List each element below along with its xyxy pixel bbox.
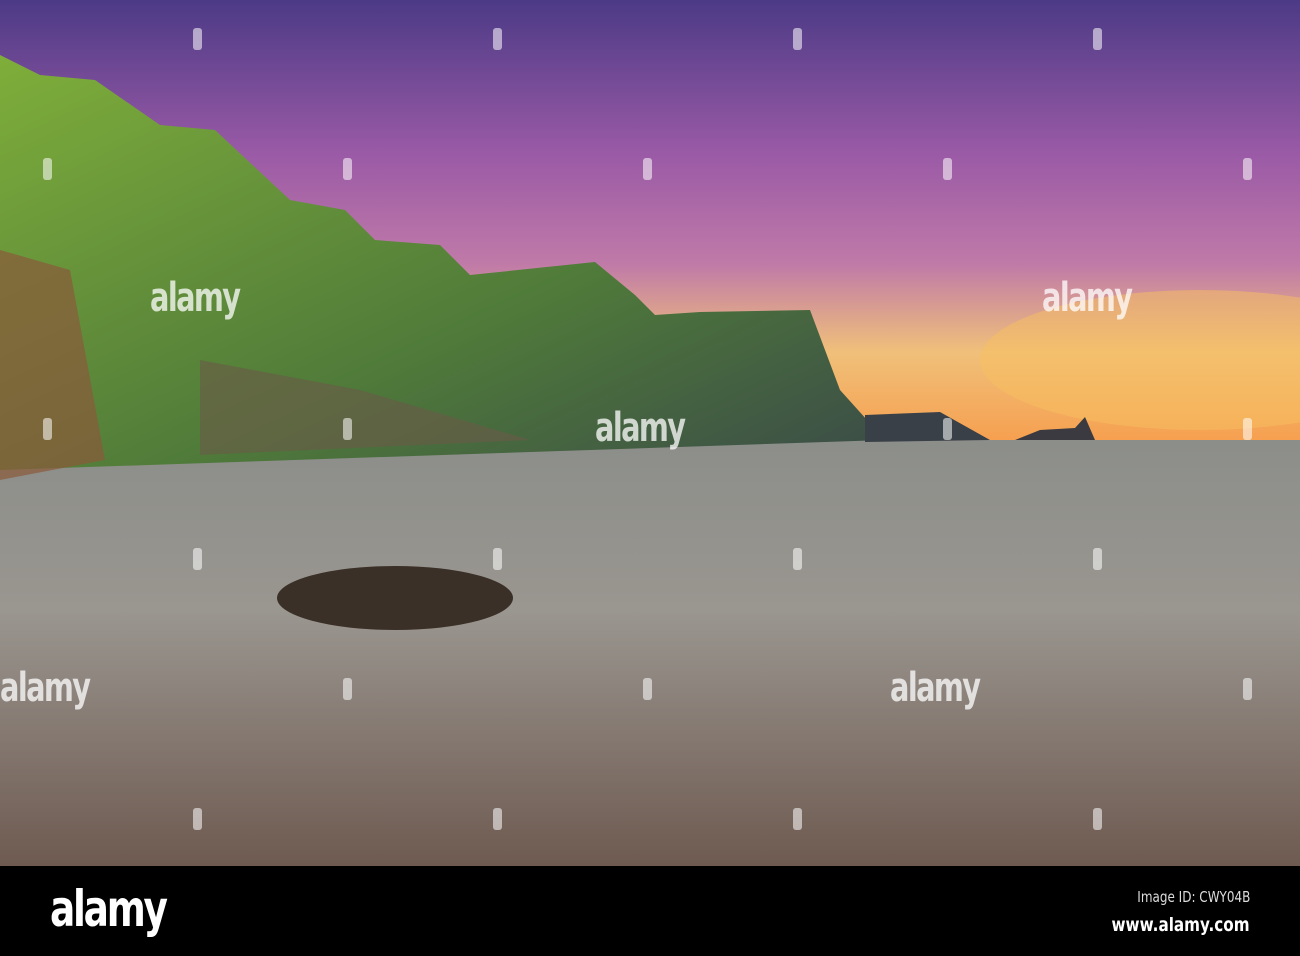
alamy-logo: alamy <box>50 880 168 938</box>
footer-bar: alamy Image ID: CWY04B www.alamy.com <box>0 866 1300 956</box>
watermark-mark <box>193 28 202 50</box>
watermark-mark <box>793 808 802 830</box>
website-link[interactable]: www.alamy.com <box>1112 914 1250 936</box>
watermark-mark <box>493 808 502 830</box>
watermark-mark <box>493 28 502 50</box>
watermark-mark <box>793 548 802 570</box>
watermark-mark <box>793 28 802 50</box>
stock-photo-page: alamy alamy alamy alamy alamy alamy Imag… <box>0 0 1300 956</box>
watermark-mark <box>1243 418 1252 440</box>
watermark: alamy <box>890 665 981 711</box>
watermark-mark <box>1093 28 1102 50</box>
watermark: alamy <box>1042 275 1133 321</box>
watermark-mark <box>343 418 352 440</box>
foreground-rock <box>277 566 513 630</box>
watermark-mark <box>643 678 652 700</box>
watermark-mark <box>943 418 952 440</box>
watermark-mark <box>43 158 52 180</box>
watermark-mark <box>943 158 952 180</box>
watermark-mark <box>43 418 52 440</box>
image-id: Image ID: CWY04B <box>1136 888 1250 906</box>
watermark-mark <box>1093 808 1102 830</box>
watermark-mark <box>1093 548 1102 570</box>
watermark: alamy <box>0 665 91 711</box>
watermark-mark <box>343 678 352 700</box>
watermark-mark <box>493 548 502 570</box>
watermark: alamy <box>150 275 241 321</box>
watermark-mark <box>193 808 202 830</box>
watermark-mark <box>1243 678 1252 700</box>
watermark-mark <box>1243 158 1252 180</box>
watermark-mark <box>343 158 352 180</box>
watermark: alamy <box>595 405 686 451</box>
watermark-mark <box>193 548 202 570</box>
watermark-mark <box>643 158 652 180</box>
